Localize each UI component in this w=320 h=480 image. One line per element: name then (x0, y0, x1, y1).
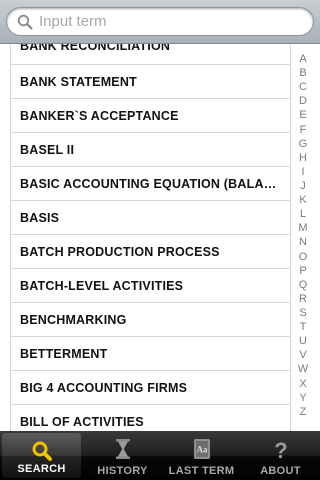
index-letter[interactable]: U (296, 336, 310, 347)
index-letter[interactable]: T (296, 322, 310, 333)
list-item[interactable]: BENCHMARKING (10, 302, 290, 336)
index-letter[interactable]: H (296, 152, 310, 164)
hourglass-icon (115, 439, 130, 459)
search-field[interactable] (6, 7, 314, 36)
list-item[interactable]: BATCH-LEVEL ACTIVITIES (10, 268, 290, 302)
term-label: BANK STATEMENT (20, 74, 137, 89)
list-border-left (10, 44, 11, 431)
svg-text:?: ? (274, 438, 287, 461)
list-item[interactable]: BASIC ACCOUNTING EQUATION (BALAN… (10, 166, 290, 200)
index-letter[interactable]: Z (296, 406, 310, 418)
list-item[interactable]: BANK STATEMENT (10, 64, 290, 98)
list-item[interactable]: BATCH PRODUCTION PROCESS (10, 234, 290, 268)
index-letter[interactable]: E (296, 110, 310, 121)
index-letter[interactable]: D (296, 96, 310, 107)
term-label: BASIC ACCOUNTING EQUATION (BALAN… (20, 176, 280, 191)
term-list: BANK RECONCILIATION BANK STATEMENT BANKE… (0, 44, 320, 431)
index-letter[interactable]: K (296, 195, 310, 206)
svg-text:Aa: Aa (196, 445, 207, 455)
search-icon (32, 441, 52, 461)
list-item[interactable]: BASIS (10, 200, 290, 234)
search-input[interactable] (39, 11, 299, 32)
index-letter[interactable]: L (296, 209, 310, 220)
alphabet-index[interactable]: A B C D E F G H I J K L M N O P Q R S T … (296, 54, 310, 418)
term-label: BASIS (20, 210, 60, 225)
list-border-right (290, 44, 291, 431)
tab-label: SEARCH (17, 463, 66, 475)
list-item[interactable]: BETTERMENT (10, 336, 290, 370)
magnifier-icon (17, 14, 33, 30)
tab-about[interactable]: ? ABOUT (241, 431, 320, 480)
index-letter[interactable]: V (296, 350, 310, 361)
term-label: BASEL II (20, 142, 75, 157)
index-letter[interactable]: N (296, 237, 310, 248)
list-item[interactable]: BILL OF ACTIVITIES (10, 404, 290, 431)
index-letter[interactable]: Q (296, 279, 310, 291)
tab-label: ABOUT (260, 465, 301, 477)
term-label: BANKER`S ACCEPTANCE (20, 108, 179, 123)
tab-bar: SEARCH HISTORY Aa LAST TERM ? ABOUT (0, 431, 320, 480)
term-label: BATCH PRODUCTION PROCESS (20, 244, 220, 259)
dictionary-icon: Aa (193, 439, 210, 459)
list-item[interactable]: BASEL II (10, 132, 290, 166)
index-letter[interactable]: J (296, 180, 310, 192)
term-label: BENCHMARKING (20, 312, 127, 327)
list-item[interactable]: BANK RECONCILIATION (10, 44, 290, 62)
index-letter[interactable]: R (296, 293, 310, 305)
search-bar (0, 0, 320, 44)
term-label: BANK RECONCILIATION (20, 44, 171, 53)
index-letter[interactable]: A (296, 54, 310, 65)
index-letter[interactable]: C (296, 82, 310, 93)
index-letter[interactable]: Y (296, 392, 310, 404)
index-letter[interactable]: X (296, 378, 310, 390)
term-label: BILL OF ACTIVITIES (20, 414, 144, 429)
question-icon: ? (274, 438, 287, 461)
index-letter[interactable]: I (296, 166, 310, 178)
index-letter[interactable]: P (296, 265, 310, 277)
index-letter[interactable]: F (296, 124, 310, 136)
term-label: BETTERMENT (20, 346, 108, 361)
list-item[interactable]: BIG 4 ACCOUNTING FIRMS (10, 370, 290, 404)
tab-label: LAST TERM (168, 465, 235, 477)
tab-search[interactable]: SEARCH (2, 433, 81, 478)
tab-last-term[interactable]: Aa LAST TERM (162, 431, 241, 480)
index-letter[interactable]: G (296, 138, 310, 150)
index-letter[interactable]: B (296, 68, 310, 79)
index-letter[interactable]: S (296, 307, 310, 319)
term-label: BATCH-LEVEL ACTIVITIES (20, 278, 184, 293)
tab-history[interactable]: HISTORY (83, 431, 162, 480)
term-label: BIG 4 ACCOUNTING FIRMS (20, 380, 188, 395)
tab-label: HISTORY (97, 465, 148, 477)
list-item[interactable]: BANKER`S ACCEPTANCE (10, 98, 290, 132)
index-letter[interactable]: M (296, 223, 310, 234)
index-letter[interactable]: W (296, 364, 310, 375)
index-letter[interactable]: O (296, 251, 310, 263)
